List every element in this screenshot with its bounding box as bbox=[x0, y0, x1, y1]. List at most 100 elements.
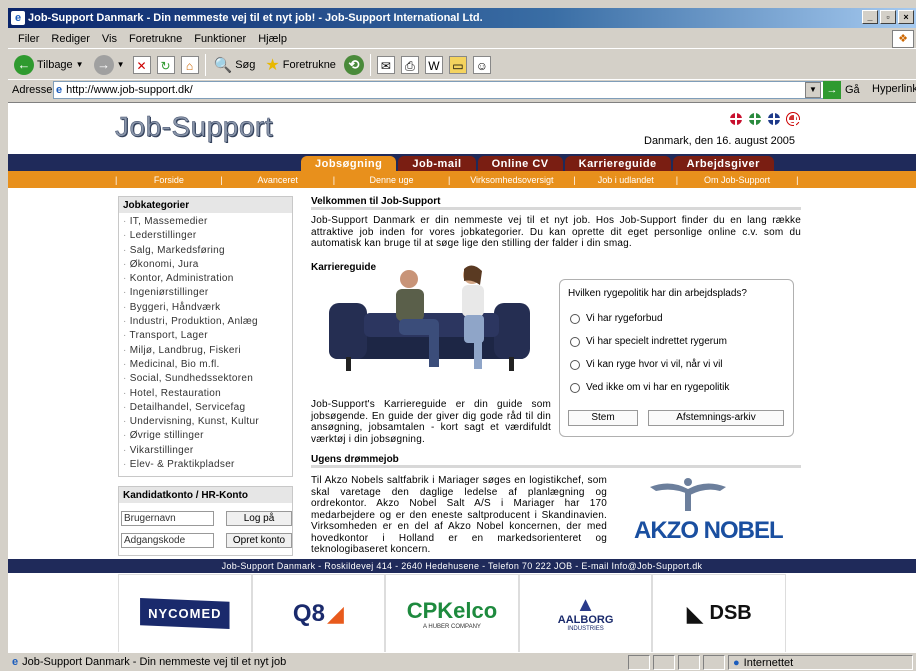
language-flags bbox=[730, 113, 801, 127]
poll-option-2[interactable]: Vi har specielt indrettet rygerum bbox=[570, 336, 727, 347]
go-button[interactable]: → Gå bbox=[823, 81, 860, 99]
site-logo[interactable]: Job-Support bbox=[115, 111, 273, 143]
subnav-company-overview[interactable]: Virksomhedsoversigt bbox=[450, 175, 573, 185]
category-link[interactable]: Industri, Produktion, Anlæg bbox=[119, 315, 292, 329]
cpkelco-tagline: A HUBER COMPANY bbox=[423, 623, 481, 630]
address-url: http://www.job-support.dk/ bbox=[66, 84, 193, 96]
forward-button[interactable]: → ▼ bbox=[92, 53, 127, 77]
danish-flag-icon[interactable] bbox=[730, 113, 742, 125]
category-link[interactable]: Miljø, Landbrug, Fiskeri bbox=[119, 344, 292, 358]
welcome-heading: Velkommen til Job-Support bbox=[311, 196, 801, 210]
poll-option-1[interactable]: Vi har rygeforbud bbox=[570, 313, 663, 324]
cpkelco-logo: CPKelco bbox=[406, 597, 498, 623]
menu-edit[interactable]: Rediger bbox=[51, 33, 90, 45]
search-label: Søg bbox=[235, 58, 256, 71]
flag-icon[interactable] bbox=[787, 113, 801, 127]
category-link[interactable]: Ingeniørstillinger bbox=[119, 286, 292, 300]
address-input[interactable]: e http://www.job-support.dk/ bbox=[53, 81, 828, 99]
window-title: Job-Support Danmark - Din nemmeste vej t… bbox=[28, 12, 483, 24]
edit-icon[interactable]: W bbox=[424, 55, 443, 74]
mail-icon[interactable]: ✉ bbox=[376, 55, 395, 74]
category-link[interactable]: IT, Massemedier bbox=[119, 215, 292, 229]
poll-option-label: Vi har rygeforbud bbox=[586, 313, 663, 324]
category-link[interactable]: Medicinal, Bio m.fl. bbox=[119, 358, 292, 372]
category-link[interactable]: Hotel, Restauration bbox=[119, 387, 292, 401]
subnav-advanced[interactable]: Avanceret bbox=[223, 175, 333, 185]
category-link[interactable]: Detailhandel, Servicefag bbox=[119, 401, 292, 415]
username-input[interactable]: Brugernavn bbox=[121, 511, 214, 526]
close-button[interactable]: × bbox=[898, 10, 914, 24]
poll-option-4[interactable]: Ved ikke om vi har en rygepolitik bbox=[570, 382, 729, 393]
stop-icon[interactable]: ✕ bbox=[132, 55, 151, 74]
flag-icon[interactable] bbox=[749, 113, 761, 125]
status-text: Job-Support Danmark - Din nemmeste vej t… bbox=[22, 656, 287, 668]
akzo-nobel-logo[interactable]: AKZO NOBEL bbox=[634, 517, 784, 545]
minimize-button[interactable]: _ bbox=[862, 10, 878, 24]
category-link[interactable]: Elev- & Praktikpladser bbox=[119, 458, 292, 472]
category-link[interactable]: Øvrige stillinger bbox=[119, 429, 292, 443]
status-bar: e Job-Support Danmark - Din nemmeste vej… bbox=[8, 652, 916, 671]
categories-heading: Jobkategorier bbox=[119, 197, 292, 213]
history-icon[interactable]: ⟲ bbox=[343, 54, 364, 75]
category-link[interactable]: Økonomi, Jura bbox=[119, 258, 292, 272]
sponsor-aalborg[interactable]: ▲ AALBORG INDUSTRIES bbox=[518, 574, 653, 652]
category-link[interactable]: Social, Sundhedssektoren bbox=[119, 372, 292, 386]
password-input[interactable]: Adgangskode bbox=[121, 533, 214, 548]
chevron-down-icon: ▼ bbox=[75, 60, 84, 69]
refresh-icon[interactable]: ↻ bbox=[156, 55, 175, 74]
radio-icon[interactable] bbox=[570, 313, 580, 324]
category-link[interactable]: Transport, Lager bbox=[119, 329, 292, 343]
vote-button[interactable]: Stem bbox=[568, 410, 638, 426]
date-label: Danmark, den 16. august 2005 bbox=[644, 135, 796, 147]
sponsor-nycomed[interactable]: NYCOMED bbox=[118, 574, 252, 652]
favorites-label: Foretrukne bbox=[282, 58, 336, 71]
menu-tools[interactable]: Funktioner bbox=[194, 33, 246, 45]
folder-icon[interactable]: ▭ bbox=[448, 55, 467, 74]
print-icon[interactable]: ⎙ bbox=[400, 55, 419, 74]
poll-archive-button[interactable]: Afstemnings-arkiv bbox=[648, 410, 784, 426]
category-link[interactable]: Lederstillinger bbox=[119, 229, 292, 243]
home-icon[interactable]: ⌂ bbox=[180, 55, 199, 74]
subnav-jobs-abroad[interactable]: Job i udlandet bbox=[576, 175, 676, 185]
category-link[interactable]: Undervisning, Kunst, Kultur bbox=[119, 415, 292, 429]
zone-label: Internettet bbox=[743, 656, 794, 669]
category-link[interactable]: Byggeri, Håndværk bbox=[119, 301, 292, 315]
back-button[interactable]: ← Tilbage ▼ bbox=[12, 53, 86, 77]
menu-help[interactable]: Hjælp bbox=[258, 33, 287, 45]
q8-sails-icon: ◢ bbox=[326, 600, 344, 626]
forward-arrow-icon: → bbox=[93, 54, 114, 75]
radio-icon[interactable] bbox=[570, 359, 580, 370]
sponsor-dsb[interactable]: ◣ DSB bbox=[652, 574, 786, 652]
links-button[interactable]: Hyperlinks bbox=[872, 83, 916, 95]
career-guide-image[interactable] bbox=[324, 265, 534, 385]
menu-file[interactable]: Filer bbox=[18, 33, 39, 45]
menu-favorites[interactable]: Foretrukne bbox=[129, 33, 182, 45]
subnav-this-week[interactable]: Denne uge bbox=[335, 175, 448, 185]
toolbar-separator bbox=[204, 53, 206, 76]
favorites-button[interactable]: ★ Foretrukne bbox=[263, 53, 338, 77]
subnav-frontpage[interactable]: Forside bbox=[117, 175, 220, 185]
job-categories-box: Jobkategorier IT, MassemedierLederstilli… bbox=[118, 196, 293, 478]
poll-option-3[interactable]: Vi kan ryge hvor vi vil, når vi vil bbox=[570, 359, 723, 370]
category-link[interactable]: Salg, Markedsføring bbox=[119, 244, 292, 258]
radio-icon[interactable] bbox=[570, 336, 580, 347]
search-icon: 🔍 bbox=[213, 56, 233, 74]
menu-view[interactable]: Vis bbox=[102, 33, 117, 45]
search-button[interactable]: 🔍 Søg bbox=[212, 53, 258, 77]
sponsor-cpkelco[interactable]: CPKelco A HUBER COMPANY bbox=[385, 574, 519, 652]
q8-logo: Q8 bbox=[292, 599, 325, 627]
radio-icon[interactable] bbox=[570, 382, 580, 393]
messenger-icon[interactable]: ☺ bbox=[472, 55, 491, 74]
dsb-logo: DSB bbox=[709, 602, 752, 624]
sponsor-q8[interactable]: Q8 ◢ bbox=[251, 574, 386, 652]
subnav-about[interactable]: Om Job-Support bbox=[678, 175, 796, 185]
login-button[interactable]: Log på bbox=[226, 511, 292, 526]
category-link[interactable]: Kontor, Administration bbox=[119, 272, 292, 286]
flag-icon[interactable] bbox=[768, 113, 780, 125]
maximize-button[interactable]: ▫ bbox=[880, 10, 896, 24]
address-dropdown[interactable]: ▼ bbox=[805, 82, 821, 98]
create-account-button[interactable]: Opret konto bbox=[226, 533, 292, 548]
akzo-nobel-figure-icon bbox=[650, 478, 726, 511]
zone-indicator: ● Internettet bbox=[728, 655, 913, 670]
category-link[interactable]: Vikarstillinger bbox=[119, 444, 292, 458]
